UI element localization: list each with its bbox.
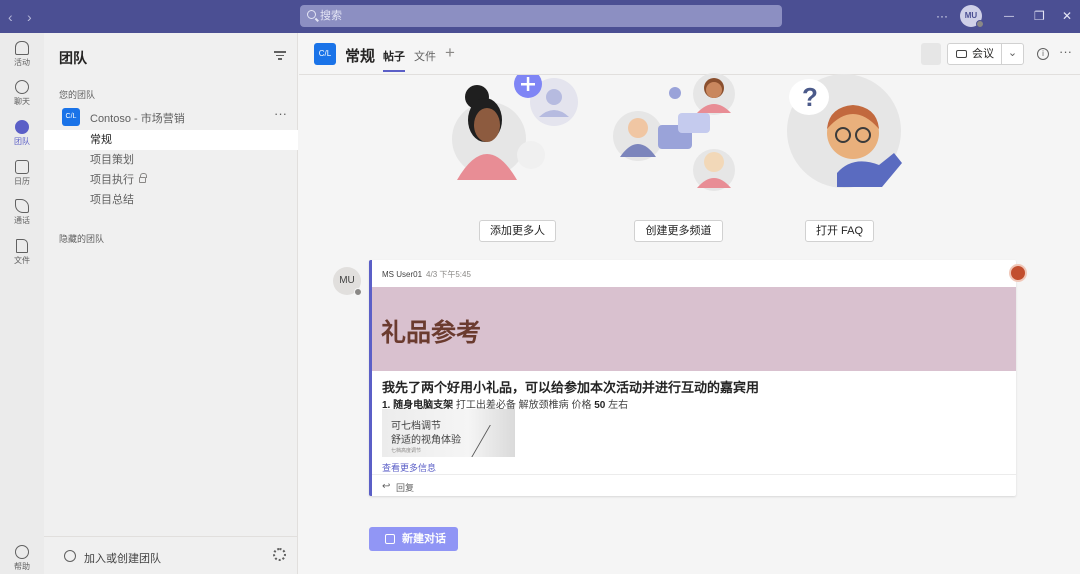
post-meta: MS User01 4/3 下午5:45	[382, 269, 471, 280]
presence-icon	[976, 20, 984, 28]
meeting-notes-icon[interactable]	[921, 43, 941, 65]
phone-icon	[15, 199, 29, 213]
channel-summary[interactable]: 项目总结	[44, 190, 298, 210]
info-icon[interactable]: i	[1037, 48, 1049, 60]
forward-icon[interactable]: ›	[27, 9, 32, 25]
close-icon[interactable]: ✕	[1062, 0, 1072, 33]
maximize-icon[interactable]: ❐	[1034, 0, 1045, 33]
app-calendar[interactable]: 日历	[0, 160, 44, 187]
product-image: 可七档调节 舒适的视角体验 七档高度调节	[382, 409, 515, 457]
announcement-banner: 礼品参考	[372, 287, 1016, 371]
compose-icon	[385, 534, 395, 544]
post-time: 4/3 下午5:45	[426, 270, 471, 279]
title-bar: ‹ › 搜索 ··· MU — ❐ ✕	[0, 0, 1080, 33]
file-icon	[16, 239, 28, 253]
meet-button[interactable]: 会议 ⌄	[947, 43, 1024, 65]
channel-planning[interactable]: 项目策划	[44, 150, 298, 170]
teams-icon	[15, 120, 29, 134]
hidden-teams-label[interactable]: 隐藏的团队	[59, 232, 104, 245]
reply-button[interactable]: ↩ 回复	[372, 474, 1016, 496]
help-icon	[15, 545, 29, 559]
minimize-icon[interactable]: —	[1004, 0, 1014, 33]
add-people-illustration	[452, 75, 578, 180]
tab-posts[interactable]: 帖子	[383, 48, 405, 72]
user-initials: MU	[964, 11, 978, 20]
channel-logo: C/L	[314, 43, 336, 65]
product-caption-2: 舒适的视角体验	[391, 435, 461, 446]
presence-icon	[354, 288, 362, 296]
product-caption-small: 七档高度调节	[391, 448, 422, 454]
chat-icon	[15, 80, 29, 94]
new-conversation-button[interactable]: 新建对话	[369, 527, 458, 551]
search-icon	[307, 10, 316, 19]
laptop-stand-graphic	[470, 425, 515, 457]
app-chat[interactable]: 聊天	[0, 80, 44, 107]
join-create-team-link[interactable]: 加入或创建团队	[84, 550, 161, 566]
team-logo: C/L	[62, 108, 80, 126]
app-files[interactable]: 文件	[0, 239, 44, 266]
calendar-icon	[15, 160, 29, 174]
announcement-icon	[1009, 264, 1027, 282]
channel-main: C/L 常规 帖子 文件 + 会议 ⌄ i ··· ? 添加更多人 创建更多频道…	[299, 33, 1080, 574]
tab-files[interactable]: 文件	[414, 48, 436, 64]
faq-illustration: ?	[787, 74, 902, 188]
channel-header: C/L 常规 帖子 文件 + 会议 ⌄ i ···	[299, 33, 1080, 75]
sidebar-footer: 加入或创建团队	[44, 536, 298, 574]
new-conversation-label: 新建对话	[402, 533, 446, 545]
your-teams-label: 您的团队	[59, 90, 96, 100]
bell-icon	[15, 41, 29, 55]
channel-execution[interactable]: 项目执行	[44, 170, 298, 190]
banner-title: 礼品参考	[381, 319, 482, 347]
filter-icon[interactable]	[274, 49, 286, 60]
post-author: MS User01	[382, 270, 423, 279]
lock-icon	[139, 173, 147, 184]
app-teams[interactable]: 团队	[0, 120, 44, 147]
teams-sidebar: 团队 您的团队 C/L Contoso - 市场营销 ··· 常规 项目策划 项…	[44, 33, 298, 574]
back-icon[interactable]: ‹	[8, 9, 13, 25]
product-caption-1: 可七档调节	[391, 421, 441, 432]
user-avatar[interactable]: MU	[960, 5, 984, 28]
reply-label: 回复	[396, 483, 415, 493]
channel-name: 常规	[345, 48, 376, 65]
author-initials: MU	[339, 275, 355, 286]
team-contoso-marketing[interactable]: C/L Contoso - 市场营销 ···	[44, 106, 298, 128]
search-placeholder: 搜索	[320, 10, 342, 22]
post-headline: 我先了两个好用小礼品，可以给参加本次活动并进行互动的嘉宾用	[382, 380, 760, 395]
reply-icon: ↩	[382, 481, 391, 492]
app-calls[interactable]: 通话	[0, 199, 44, 226]
app-activity[interactable]: 活动	[0, 41, 44, 68]
channel-execution-label: 项目执行	[90, 174, 134, 186]
add-people-button[interactable]: 添加更多人	[479, 220, 556, 242]
gear-icon[interactable]	[273, 548, 286, 561]
video-camera-icon	[956, 50, 967, 59]
see-more-link[interactable]: 查看更多信息	[382, 461, 436, 474]
item-price: 50	[594, 400, 606, 411]
join-team-icon	[64, 550, 76, 562]
item-suffix: 左右	[605, 400, 629, 411]
create-channel-button[interactable]: 创建更多频道	[634, 220, 723, 242]
more-options-icon[interactable]: ···	[936, 0, 948, 33]
team-more-icon[interactable]: ···	[274, 106, 287, 121]
meet-dropdown-icon[interactable]: ⌄	[1001, 43, 1023, 65]
channels-illustration	[613, 73, 735, 191]
sidebar-title: 团队	[59, 50, 87, 66]
post-card: MS User01 4/3 下午5:45 礼品参考 我先了两个好用小礼品，可以给参…	[369, 260, 1027, 496]
search-input[interactable]: 搜索	[300, 5, 782, 27]
app-bar: 活动 聊天 团队 日历 通话 文件 帮助	[0, 33, 44, 574]
open-faq-button[interactable]: 打开 FAQ	[805, 220, 874, 242]
channel-more-icon[interactable]: ···	[1059, 44, 1072, 59]
team-name: Contoso - 市场营销	[90, 113, 185, 125]
author-avatar[interactable]: MU	[333, 267, 362, 296]
svg-text:?: ?	[802, 82, 818, 112]
add-tab-icon[interactable]: +	[445, 43, 455, 63]
channel-general[interactable]: 常规	[44, 130, 298, 150]
meet-label: 会议	[972, 48, 994, 60]
app-help[interactable]: 帮助	[0, 545, 44, 572]
